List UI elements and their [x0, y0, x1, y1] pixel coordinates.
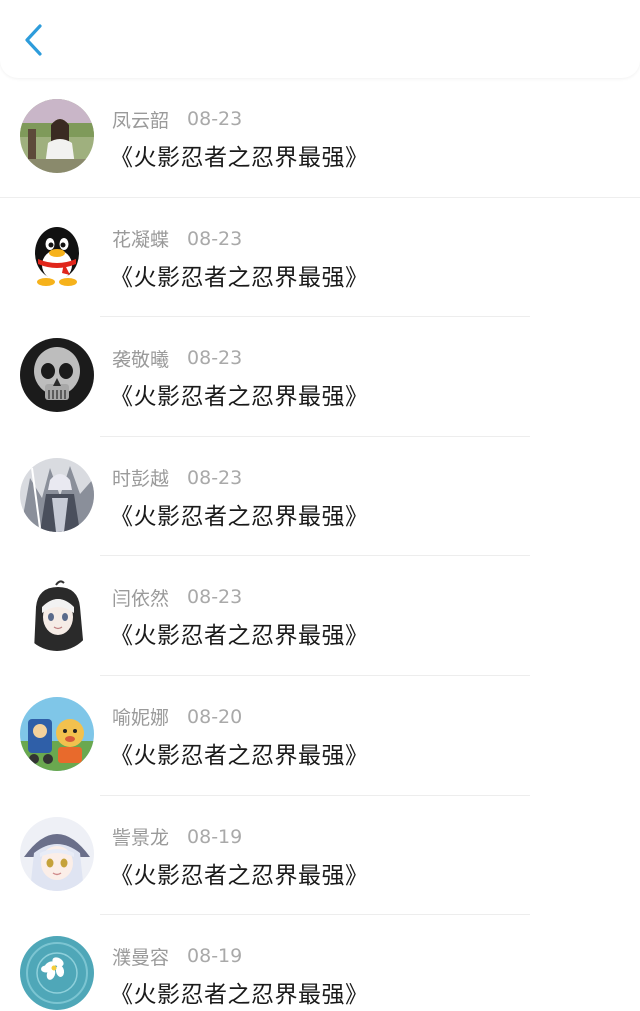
- flower-water-avatar[interactable]: [20, 936, 94, 1011]
- comment-meta: 訾景龙 08-19: [112, 824, 242, 850]
- skull-avatar[interactable]: [20, 338, 94, 413]
- user-name[interactable]: 袭敬曦: [112, 345, 169, 372]
- user-name[interactable]: 凤云韶: [112, 106, 169, 133]
- comment-meta: 花凝蝶 08-23: [112, 226, 242, 252]
- list-item[interactable]: 濮曼容 08-19 《火影忍者之忍界最强》: [0, 915, 640, 1011]
- comment-meta: 闫依然 08-23: [112, 584, 242, 610]
- list-item[interactable]: 喻妮娜 08-20 《火影忍者之忍界最强》: [0, 676, 640, 796]
- back-button[interactable]: [14, 18, 54, 62]
- comment-content[interactable]: 《火影忍者之忍界最强》: [110, 856, 369, 890]
- list-item[interactable]: 时彭越 08-23 《火影忍者之忍界最强》: [0, 437, 640, 557]
- comment-content[interactable]: 《火影忍者之忍界最强》: [110, 377, 369, 411]
- comment-list: 凤云韶 08-23 《火影忍者之忍界最强》 花凝蝶 08-23 《火影忍者之忍界…: [0, 78, 640, 1011]
- comment-date: 08-23: [187, 227, 243, 250]
- comment-content[interactable]: 《火影忍者之忍界最强》: [110, 497, 369, 531]
- comment-content[interactable]: 《火影忍者之忍界最强》: [110, 616, 369, 650]
- top-navigation-bar: [0, 0, 640, 78]
- anime-character-avatar[interactable]: [20, 457, 94, 532]
- comment-meta: 喻妮娜 08-20: [112, 704, 242, 730]
- comment-meta: 凤云韶 08-23: [112, 106, 242, 132]
- comment-content[interactable]: 《火影忍者之忍界最强》: [110, 975, 369, 1009]
- comment-date: 08-23: [187, 586, 243, 609]
- list-item[interactable]: 袭敬曦 08-23 《火影忍者之忍界最强》: [0, 317, 640, 437]
- user-name[interactable]: 喻妮娜: [112, 703, 169, 730]
- anime-girl-avatar[interactable]: [20, 577, 94, 652]
- comment-content[interactable]: 《火影忍者之忍界最强》: [110, 138, 369, 172]
- comment-content[interactable]: 《火影忍者之忍界最强》: [110, 736, 369, 770]
- comment-date: 08-23: [187, 108, 243, 130]
- comment-date: 08-23: [187, 347, 243, 370]
- qq-penguin-avatar[interactable]: [20, 218, 94, 293]
- user-name[interactable]: 訾景龙: [112, 823, 169, 850]
- user-name[interactable]: 濮曼容: [112, 943, 169, 970]
- comment-meta: 濮曼容 08-19: [112, 943, 242, 969]
- comment-content[interactable]: 《火影忍者之忍界最强》: [110, 258, 369, 292]
- list-item[interactable]: 凤云韶 08-23 《火影忍者之忍界最强》: [0, 78, 640, 198]
- list-item[interactable]: 訾景龙 08-19 《火影忍者之忍界最强》: [0, 796, 640, 916]
- list-item[interactable]: 闫依然 08-23 《火影忍者之忍界最强》: [0, 556, 640, 676]
- comment-meta: 袭敬曦 08-23: [112, 345, 242, 371]
- anime-witch-avatar[interactable]: [20, 816, 94, 891]
- cartoon-avatar[interactable]: [20, 696, 94, 771]
- comment-date: 08-19: [187, 825, 243, 848]
- user-name[interactable]: 时彭越: [112, 464, 169, 491]
- comment-meta: 时彭越 08-23: [112, 465, 242, 491]
- chevron-left-icon: [25, 24, 42, 56]
- comment-date: 08-23: [187, 466, 243, 489]
- comment-date: 08-19: [187, 945, 243, 968]
- photo-girl-avatar[interactable]: [20, 99, 94, 173]
- list-item[interactable]: 花凝蝶 08-23 《火影忍者之忍界最强》: [0, 198, 640, 318]
- user-name[interactable]: 花凝蝶: [112, 225, 169, 252]
- comment-list-page: 凤云韶 08-23 《火影忍者之忍界最强》 花凝蝶 08-23 《火影忍者之忍界…: [0, 0, 640, 1011]
- comment-date: 08-20: [187, 705, 243, 728]
- user-name[interactable]: 闫依然: [112, 584, 169, 611]
